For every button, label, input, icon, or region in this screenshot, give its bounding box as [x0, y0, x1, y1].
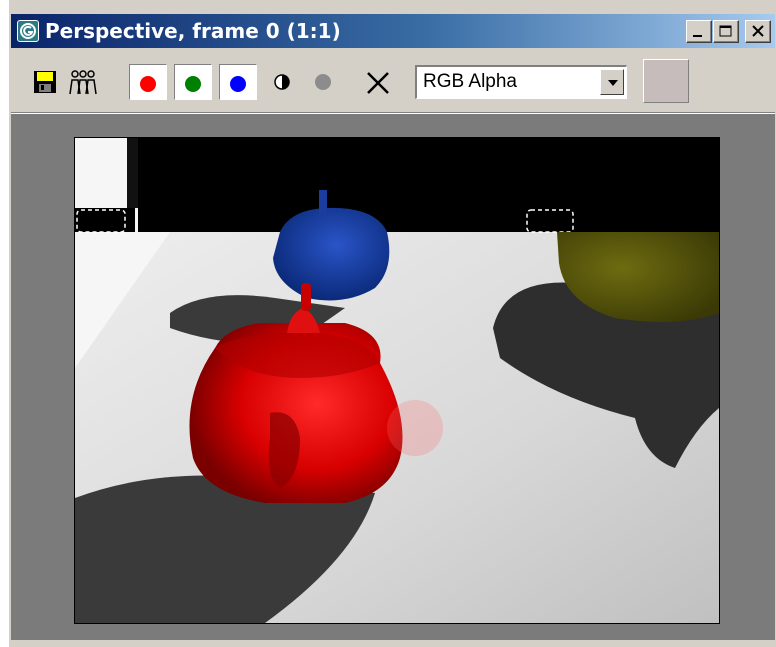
clear-icon[interactable]: [365, 70, 391, 96]
title-bar[interactable]: Perspective, frame 0 (1:1): [11, 14, 775, 48]
monochrome-icon[interactable]: [273, 73, 291, 91]
save-icon[interactable]: [33, 70, 57, 94]
minimize-icon: [693, 35, 702, 37]
channel-display-dropdown[interactable]: RGB Alpha: [415, 65, 627, 99]
app-icon[interactable]: [17, 20, 39, 42]
window-title: Perspective, frame 0 (1:1): [45, 19, 341, 43]
minimize-button[interactable]: [686, 20, 712, 43]
chevron-down-icon: [608, 80, 618, 86]
close-icon: [752, 25, 764, 37]
color-swatch[interactable]: [643, 59, 689, 103]
maximize-icon: [719, 25, 732, 37]
render-viewport[interactable]: [11, 114, 775, 640]
alpha-channel-icon[interactable]: [314, 73, 332, 91]
green-channel-button[interactable]: [174, 64, 212, 100]
maximize-button[interactable]: [713, 20, 739, 43]
render-frame-window: Perspective, frame 0 (1:1) RGB Alpha: [8, 0, 776, 647]
blue-channel-icon: [230, 76, 246, 92]
toolbar: RGB Alpha: [11, 50, 775, 112]
rendered-scene: [75, 138, 719, 623]
rendered-image[interactable]: [74, 137, 720, 624]
green-channel-icon: [185, 76, 201, 92]
close-button[interactable]: [745, 20, 771, 43]
red-channel-icon: [140, 76, 156, 92]
clone-window-icon[interactable]: [67, 70, 99, 96]
channel-display-value: RGB Alpha: [423, 71, 517, 92]
red-channel-button[interactable]: [129, 64, 167, 100]
window-bottom-border: [11, 640, 775, 647]
dropdown-arrow-button[interactable]: [600, 69, 624, 95]
blue-channel-button[interactable]: [219, 64, 257, 100]
